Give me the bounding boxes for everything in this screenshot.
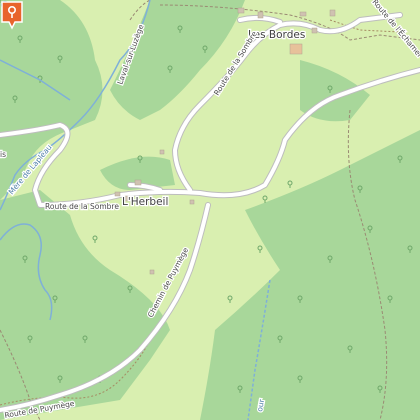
road-label-left-edge: is: [0, 150, 6, 159]
location-pin-icon[interactable]: [0, 0, 24, 32]
map-viewport[interactable]: Les Bordes L'Herbeil Route de la Sombre …: [0, 0, 420, 420]
road-label-route-de-la-sombre-west: Route de la Sombre: [45, 202, 119, 211]
map-canvas[interactable]: Les Bordes L'Herbeil Route de la Sombre …: [0, 0, 420, 420]
place-label-l-herbeil: L'Herbeil: [122, 196, 168, 208]
road-label-route-de-lechamel: Route de l'Échamel: [370, 0, 420, 59]
